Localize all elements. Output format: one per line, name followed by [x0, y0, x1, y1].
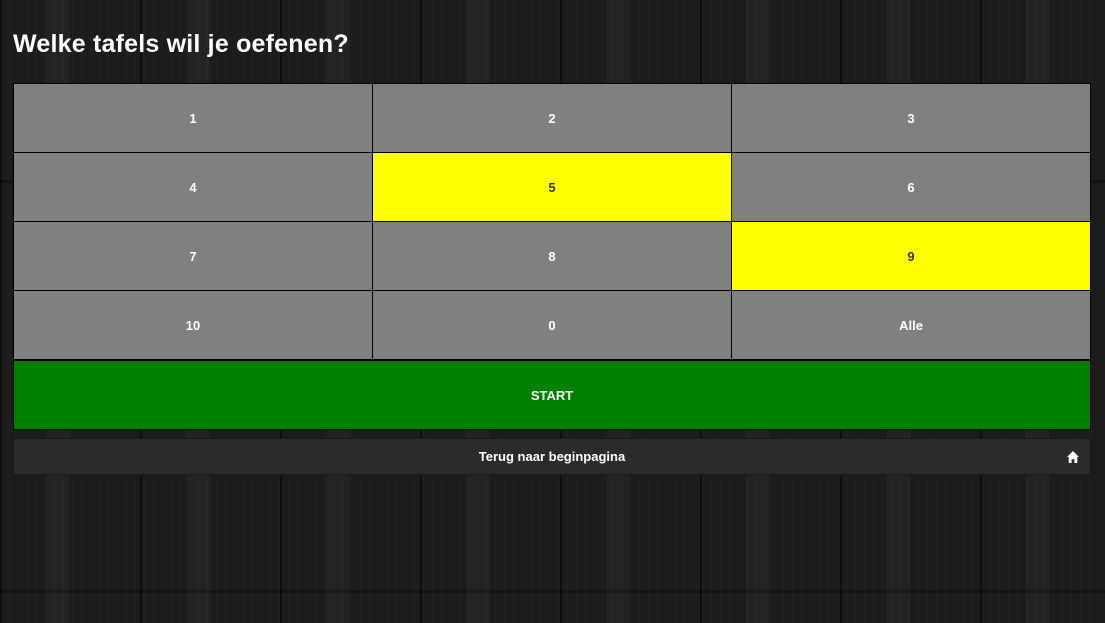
page-title: Welke tafels wil je oefenen? [13, 30, 349, 58]
start-button[interactable]: START [13, 360, 1091, 430]
table-button-8[interactable]: 8 [372, 221, 732, 291]
home-icon [1067, 451, 1079, 463]
tables-grid: 1 2 3 4 5 6 7 8 9 10 0 Alle [13, 83, 1091, 360]
back-to-home-label: Terug naar beginpagina [478, 449, 626, 464]
table-button-3[interactable]: 3 [731, 83, 1091, 153]
table-button-1[interactable]: 1 [13, 83, 373, 153]
back-to-home-button[interactable]: Terug naar beginpagina [13, 438, 1091, 475]
table-button-10[interactable]: 10 [13, 290, 373, 360]
table-button-5[interactable]: 5 [372, 152, 732, 222]
table-button-0[interactable]: 0 [372, 290, 732, 360]
table-button-all[interactable]: Alle [731, 290, 1091, 360]
table-button-4[interactable]: 4 [13, 152, 373, 222]
table-button-2[interactable]: 2 [372, 83, 732, 153]
table-button-7[interactable]: 7 [13, 221, 373, 291]
table-button-9[interactable]: 9 [731, 221, 1091, 291]
table-button-6[interactable]: 6 [731, 152, 1091, 222]
